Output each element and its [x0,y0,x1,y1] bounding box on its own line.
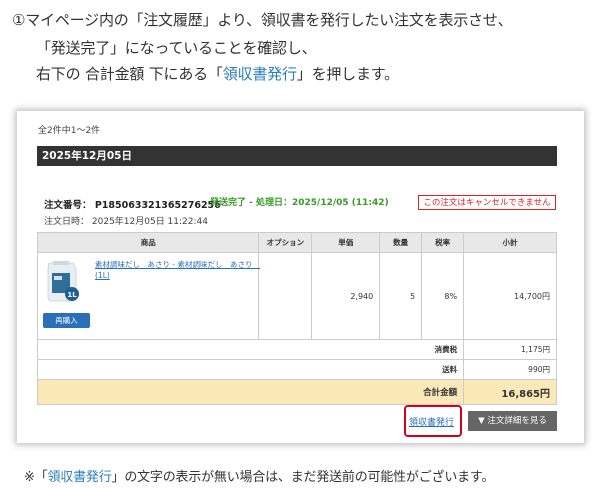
order-date-label: 注文日時： [44,217,90,227]
order-date-value: 2025年12月05日 11:22:44 [91,217,208,227]
instruction-line-3-pre: 右下の 合計金額 下にある「 [36,65,223,83]
shipping-value: 990円 [463,359,557,380]
result-count: 全2件中1～2件 [38,126,101,136]
product-cell: 1L 素材調味だし あさり - 素材調味だし あさり (1L) 再購入 [36,252,260,340]
product-image[interactable]: 1L [43,259,81,303]
order-date-header: 2025年12月05日 [37,146,557,166]
order-number-label: 注文番号： [44,200,92,211]
option-cell [258,252,313,340]
cancel-unavailable-note: この注文はキャンセルできません [418,195,556,210]
tax-rate-cell: 8% [421,252,465,340]
col-header-unit-price: 単価 [311,232,381,253]
quantity-cell: 5 [379,252,423,340]
rebuy-button[interactable]: 再購入 [43,313,90,328]
total-label: 合計金額 [36,379,465,405]
col-header-subtotal: 小計 [463,232,557,253]
total-value: 16,865円 [463,379,557,405]
order-number-value: P185063321365276256 [94,200,221,211]
col-header-option: オプション [258,232,313,253]
view-order-details-button[interactable]: ▼ 注文詳細を見る [468,411,557,431]
table-row: 1L 素材調味だし あさり - 素材調味だし あさり (1L) 再購入 2,94… [36,252,557,340]
consumption-tax-row: 消費税 1,175円 [36,339,557,360]
unit-price-cell: 2,940 [311,252,381,340]
subtotal-cell: 14,700円 [463,252,557,340]
shipping-row: 送料 990円 [36,359,557,380]
footnote-pre: ※「 [24,470,48,485]
instruction-line-3: 右下の 合計金額 下にある「領収書発行」を押します。 [36,63,399,84]
shipping-status: 発送完了 - 処理日：2025/12/05 (11:42) [210,198,389,208]
order-items-table: 商品 オプション 単価 数量 税率 小計 1L 素材調味だし あさり - 素材調… [36,232,557,405]
footnote: ※「領収書発行」の文字の表示が無い場合は、まだ発送前の可能性がございます。 [24,466,494,485]
instruction-receipt-link-text: 領収書発行 [222,65,297,83]
issue-receipt-link[interactable]: 領収書発行 [409,415,454,428]
order-datetime: 注文日時： 2025年12月05日 11:22:44 [44,214,208,227]
consumption-tax-value: 1,175円 [463,339,557,360]
order-number: 注文番号： P185063321365276256 [44,197,221,211]
shipping-label: 送料 [36,359,465,380]
col-header-product: 商品 [36,232,260,253]
table-header-row: 商品 オプション 単価 数量 税率 小計 [36,232,557,253]
product-size-badge: 1L [67,291,77,299]
col-header-quantity: 数量 [379,232,423,253]
footnote-receipt-text: 領収書発行 [47,470,112,485]
footnote-post: 」の文字の表示が無い場合は、まだ発送前の可能性がございます。 [111,470,495,485]
consumption-tax-label: 消費税 [36,339,465,360]
instruction-line-2: 「発送完了」になっていることを確認し、 [36,39,317,57]
instruction-line-3-post: 」を押します。 [296,65,399,83]
product-name-link[interactable]: 素材調味だし あさり - 素材調味だし あさり (1L) [95,259,260,281]
col-header-tax-rate: 税率 [421,232,465,253]
total-row: 合計金額 16,865円 [36,379,557,405]
instruction-line-1: ①マイページ内の「注文履歴」より、領収書を発行したい注文を表示させ、 [12,11,513,29]
